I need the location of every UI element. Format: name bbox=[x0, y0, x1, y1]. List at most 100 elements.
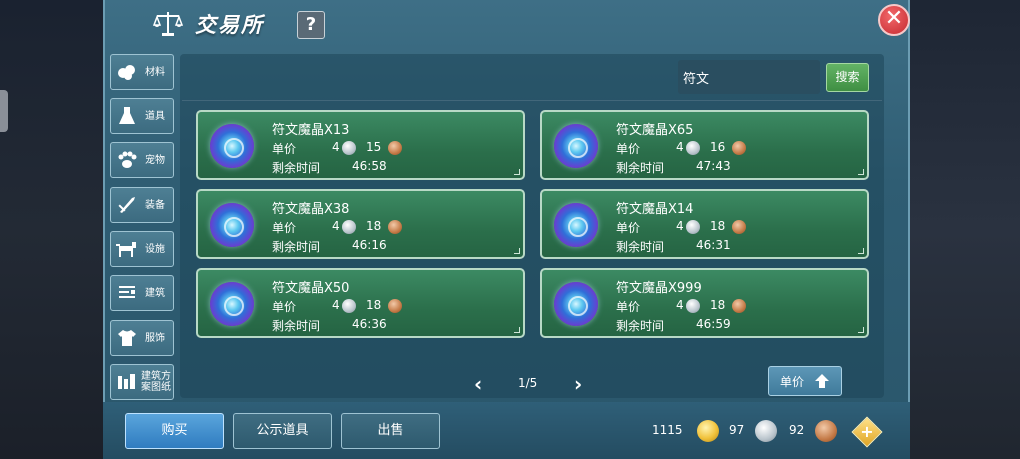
copper-price: 18 bbox=[366, 219, 382, 233]
sidebar-item-label: 材料 bbox=[145, 66, 165, 78]
scale-icon bbox=[153, 12, 183, 36]
title-bar: 交易所 ? bbox=[105, 0, 908, 48]
copper-coin-icon bbox=[732, 141, 746, 155]
price-label: 单价 bbox=[272, 300, 297, 314]
close-button[interactable]: ✕ bbox=[878, 4, 910, 36]
sidebar-item-items[interactable]: 道具 bbox=[110, 98, 174, 134]
search-input[interactable] bbox=[678, 60, 820, 94]
price-label: 单价 bbox=[272, 142, 297, 156]
side-drawer-handle[interactable] bbox=[0, 90, 8, 132]
sidebar-item-buildings[interactable]: 建筑 bbox=[110, 275, 174, 311]
next-page-button[interactable]: › bbox=[574, 372, 582, 396]
corner-mark bbox=[514, 327, 520, 333]
materials-icon bbox=[115, 60, 139, 84]
sort-label: 单价 bbox=[779, 374, 804, 389]
copper-coin-icon bbox=[732, 220, 746, 234]
copper-coin-icon bbox=[815, 420, 837, 442]
sidebar-item-pets[interactable]: 宠物 bbox=[110, 142, 174, 178]
sidebar-item-label: 服饰 bbox=[145, 332, 165, 344]
paw-icon bbox=[115, 148, 139, 172]
copper-price: 18 bbox=[366, 298, 382, 312]
item-name: 符文魔晶X38 bbox=[272, 202, 350, 217]
clothing-icon bbox=[115, 326, 139, 350]
page-indicator: 1/5 bbox=[518, 376, 538, 390]
time-remaining: 46:59 bbox=[696, 317, 731, 331]
time-label: 剩余时间 bbox=[272, 319, 321, 333]
silver-price: 4 bbox=[676, 140, 684, 154]
silver-price: 4 bbox=[332, 219, 340, 233]
item-name: 符文魔晶X65 bbox=[616, 123, 694, 138]
copper-price: 15 bbox=[366, 140, 382, 154]
corner-mark bbox=[514, 248, 520, 254]
sword-icon bbox=[115, 193, 139, 217]
gold-amount: 1115 bbox=[652, 423, 683, 437]
sidebar-item-label: 建筑 bbox=[145, 287, 165, 299]
time-remaining: 46:16 bbox=[352, 238, 387, 252]
listing-card[interactable]: 符文魔晶X13 单价 4 15 剩余时间 46:58 bbox=[196, 110, 525, 180]
divider bbox=[182, 100, 882, 101]
price-label: 单价 bbox=[616, 142, 641, 156]
item-name: 符文魔晶X999 bbox=[616, 281, 702, 296]
page-title: 交易所 bbox=[195, 13, 264, 37]
prev-page-button[interactable]: ‹ bbox=[474, 372, 482, 396]
listing-card[interactable]: 符文魔晶X14 单价 4 18 剩余时间 46:31 bbox=[540, 189, 869, 259]
rune-crystal-icon bbox=[554, 124, 598, 168]
rune-crystal-icon bbox=[554, 282, 598, 326]
time-label: 剩余时间 bbox=[272, 240, 321, 254]
sidebar-item-facilities[interactable]: 设施 bbox=[110, 231, 174, 267]
sidebar-item-equipment[interactable]: 装备 bbox=[110, 187, 174, 223]
search-button[interactable]: 搜索 bbox=[826, 63, 869, 92]
corner-mark bbox=[858, 169, 864, 175]
copper-price: 16 bbox=[710, 140, 726, 154]
sidebar-item-label: 装备 bbox=[145, 199, 165, 211]
search-box bbox=[678, 60, 820, 94]
sidebar-item-clothing[interactable]: 服饰 bbox=[110, 320, 174, 356]
time-label: 剩余时间 bbox=[616, 319, 665, 333]
sort-by-price-button[interactable]: 单价 bbox=[768, 366, 842, 396]
time-remaining: 46:36 bbox=[352, 317, 387, 331]
time-label: 剩余时间 bbox=[616, 240, 665, 254]
corner-mark bbox=[858, 248, 864, 254]
sidebar-item-label: 建筑方案图纸 bbox=[141, 371, 171, 393]
help-button[interactable]: ? bbox=[297, 11, 325, 39]
listing-card[interactable]: 符文魔晶X50 单价 4 18 剩余时间 46:36 bbox=[196, 268, 525, 338]
price-label: 单价 bbox=[272, 221, 297, 235]
copper-coin-icon bbox=[388, 299, 402, 313]
listing-card[interactable]: 符文魔晶X38 单价 4 18 剩余时间 46:16 bbox=[196, 189, 525, 259]
rune-crystal-icon bbox=[210, 124, 254, 168]
time-label: 剩余时间 bbox=[616, 161, 665, 175]
item-name: 符文魔晶X14 bbox=[616, 202, 694, 217]
sidebar-item-label: 宠物 bbox=[145, 154, 165, 166]
copper-amount: 92 bbox=[789, 423, 805, 437]
silver-price: 4 bbox=[676, 298, 684, 312]
corner-mark bbox=[858, 327, 864, 333]
price-label: 单价 bbox=[616, 300, 641, 314]
silver-coin-icon bbox=[686, 141, 700, 155]
silver-coin-icon bbox=[342, 299, 356, 313]
sidebar-item-materials[interactable]: 材料 bbox=[110, 54, 174, 90]
tab-sell[interactable]: 出售 bbox=[341, 413, 440, 449]
sidebar-item-blueprints[interactable]: 建筑方案图纸 bbox=[110, 364, 174, 400]
tab-public-items[interactable]: 公示道具 bbox=[233, 413, 332, 449]
silver-price: 4 bbox=[332, 298, 340, 312]
corner-mark bbox=[514, 169, 520, 175]
tab-buy[interactable]: 购买 bbox=[125, 413, 224, 449]
item-name: 符文魔晶X50 bbox=[272, 281, 350, 296]
rune-crystal-icon bbox=[210, 282, 254, 326]
gold-coin-icon bbox=[697, 420, 719, 442]
price-label: 单价 bbox=[616, 221, 641, 235]
silver-amount: 97 bbox=[729, 423, 745, 437]
copper-price: 18 bbox=[710, 298, 726, 312]
blueprint-icon bbox=[115, 370, 139, 394]
silver-coin-icon bbox=[686, 299, 700, 313]
listing-card[interactable]: 符文魔晶X65 单价 4 16 剩余时间 47:43 bbox=[540, 110, 869, 180]
silver-price: 4 bbox=[332, 140, 340, 154]
silver-price: 4 bbox=[676, 219, 684, 233]
copper-coin-icon bbox=[732, 299, 746, 313]
silver-coin-icon bbox=[686, 220, 700, 234]
listing-card[interactable]: 符文魔晶X999 单价 4 18 剩余时间 46:59 bbox=[540, 268, 869, 338]
sidebar-item-label: 设施 bbox=[145, 243, 165, 255]
time-remaining: 47:43 bbox=[696, 159, 731, 173]
sidebar-item-label: 道具 bbox=[145, 110, 165, 122]
sort-arrow-icon bbox=[815, 374, 829, 388]
